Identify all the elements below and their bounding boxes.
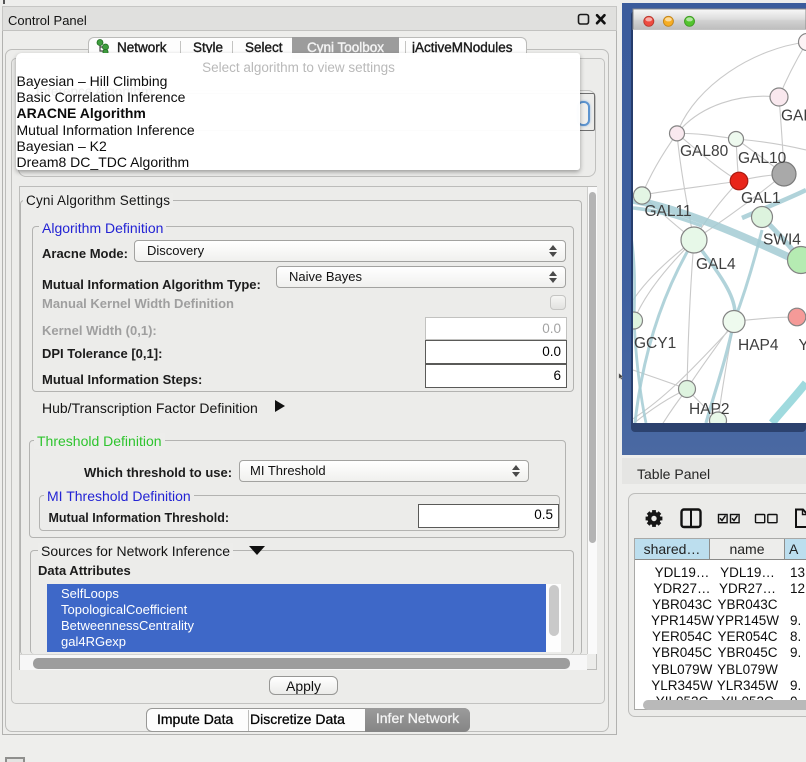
svg-text:SWI4: SWI4 [763,232,801,249]
svg-text:GAL80: GAL80 [680,143,729,160]
svg-text:GCY1: GCY1 [634,335,676,352]
svg-text:GAL7: GAL7 [781,108,806,125]
svg-text:YJ: YJ [799,337,806,354]
svg-text:GAL4: GAL4 [696,256,736,273]
svg-text:HAP2: HAP2 [689,401,730,418]
svg-text:GAL11: GAL11 [645,203,692,220]
svg-text:HAP4: HAP4 [738,337,779,354]
svg-text:GAL1: GAL1 [741,190,781,207]
svg-text:GAL10: GAL10 [738,150,787,167]
